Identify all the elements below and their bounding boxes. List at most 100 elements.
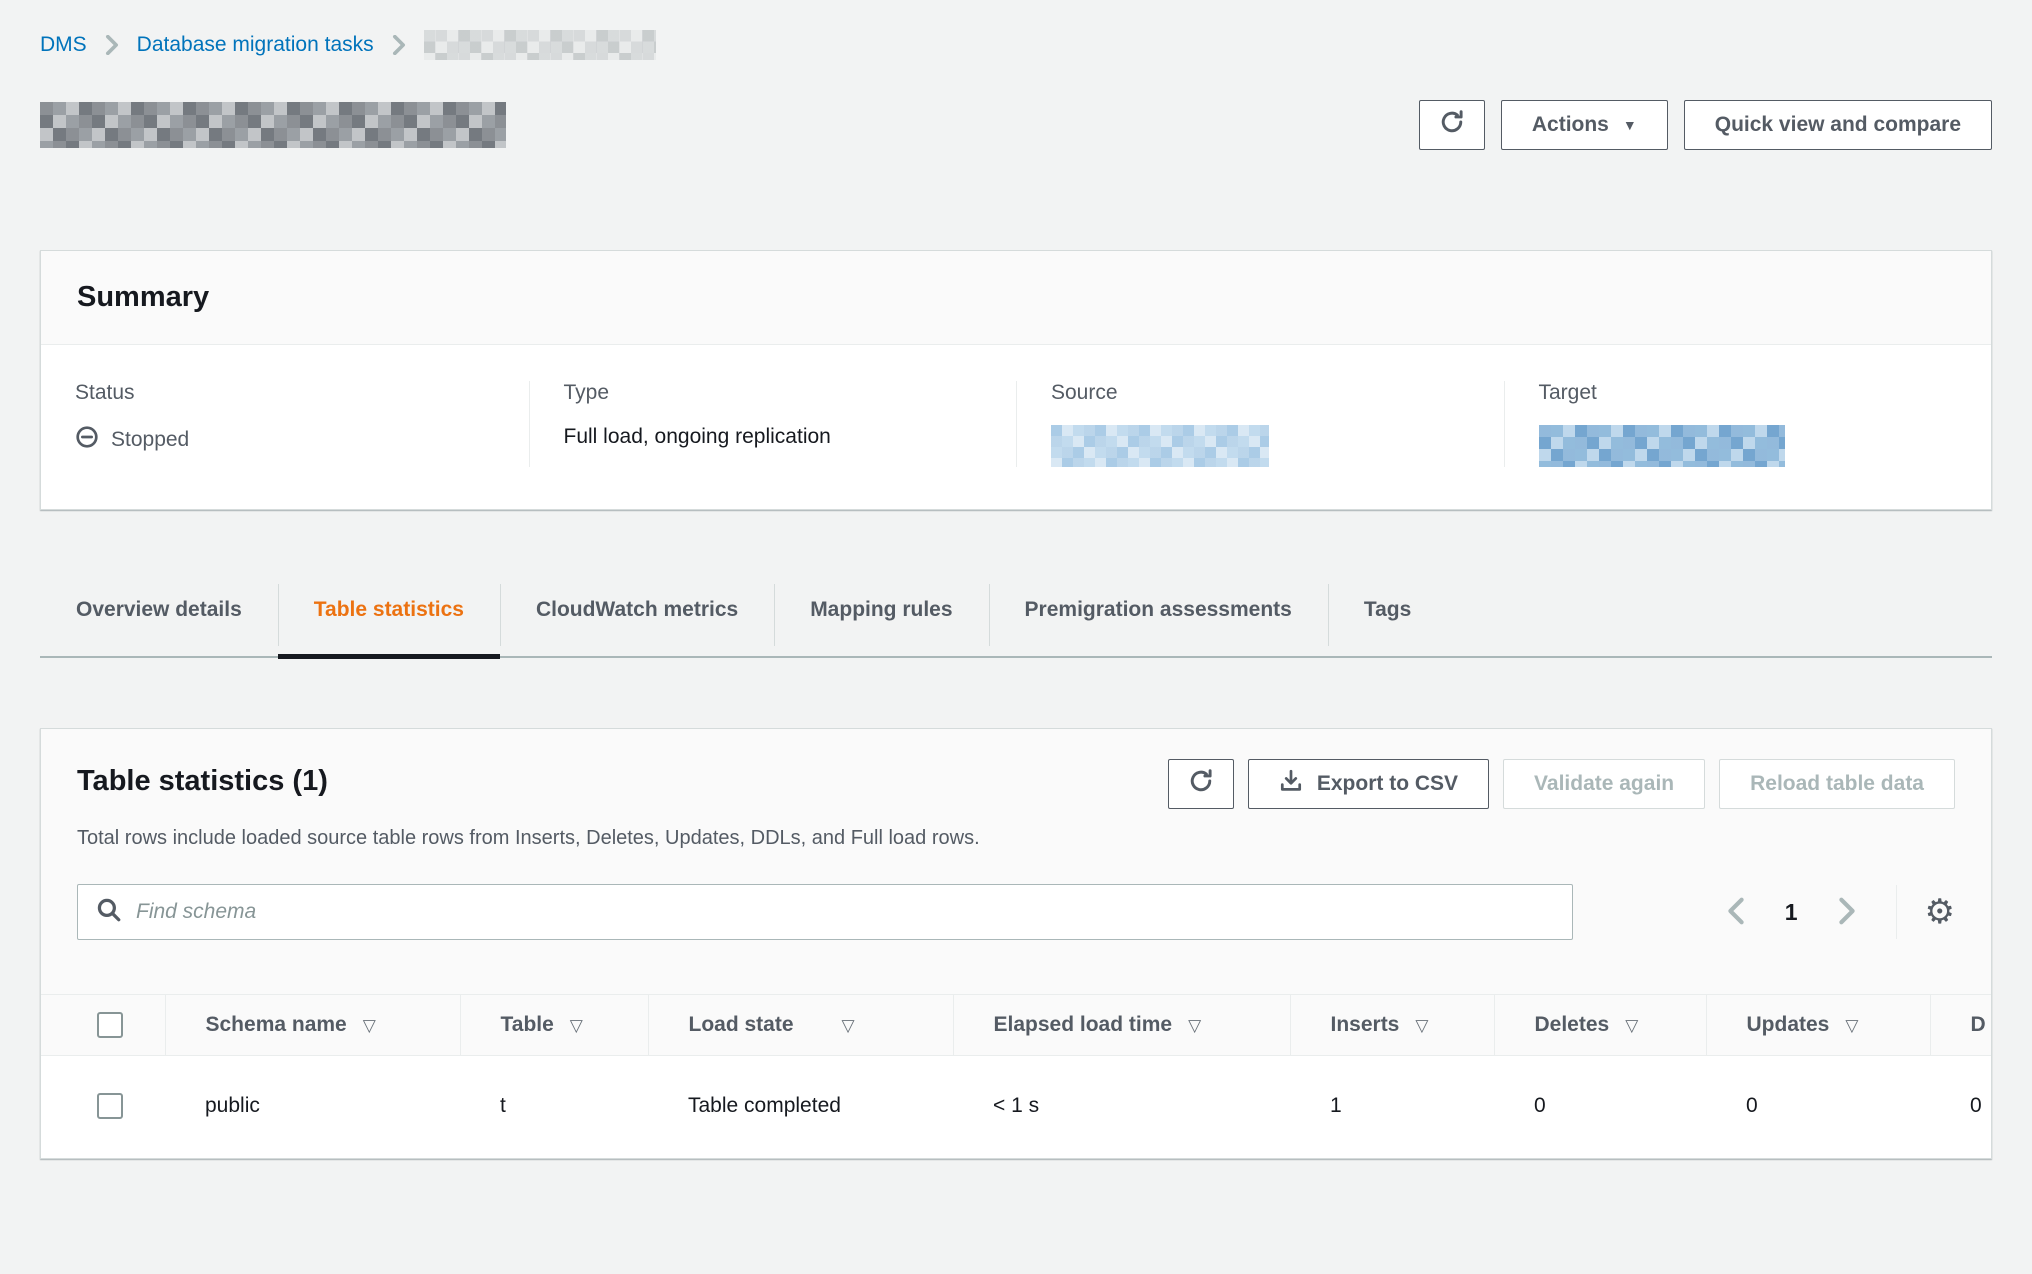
task-detail-tabs: Overview details Table statistics CloudW…: [40, 594, 1992, 658]
next-page-button[interactable]: [1830, 890, 1864, 935]
summary-title: Summary: [77, 281, 1955, 314]
column-header-ddls-clipped[interactable]: D: [1930, 995, 1991, 1056]
cell-updates: 0: [1706, 1056, 1930, 1159]
validate-again-label: Validate again: [1534, 772, 1674, 796]
column-header-updates[interactable]: Updates ▽: [1706, 995, 1930, 1056]
target-redaction-block: [1539, 425, 1785, 467]
tab-overview-details[interactable]: Overview details: [40, 594, 278, 656]
sort-icon[interactable]: ▽: [1625, 1016, 1638, 1035]
find-schema-input[interactable]: [136, 900, 1554, 924]
sort-icon[interactable]: ▽: [1415, 1016, 1428, 1035]
chevron-right-icon: [1836, 896, 1858, 929]
table-statistics-title: Table statistics (1): [77, 759, 328, 798]
column-header-deletes[interactable]: Deletes ▽: [1494, 995, 1706, 1056]
ddls-header-label: D: [1971, 1013, 1986, 1036]
summary-card-body: Status Stopped Type Full load, ongoing r…: [41, 345, 1991, 509]
sort-icon[interactable]: ▽: [842, 1016, 855, 1035]
type-value: Full load, ongoing replication: [564, 425, 983, 449]
table-statistics-table: Schema name ▽ Table ▽ Load state ▽ Elapsed …: [41, 994, 1991, 1158]
cell-inserts: 1: [1290, 1056, 1494, 1159]
dms-task-page: DMS Database migration tasks Actions ▼: [0, 0, 2032, 1159]
reload-table-data-button[interactable]: Reload table data: [1719, 759, 1955, 809]
column-header-elapsed-load-time[interactable]: Elapsed load time ▽: [953, 995, 1290, 1056]
cell-deletes: 0: [1494, 1056, 1706, 1159]
preferences-gear-icon[interactable]: ⚙: [1925, 895, 1955, 929]
reload-table-data-label: Reload table data: [1750, 772, 1924, 796]
actions-button[interactable]: Actions ▼: [1501, 100, 1668, 150]
page-header: Actions ▼ Quick view and compare: [40, 100, 1992, 150]
column-header-load-state[interactable]: Load state ▽: [648, 995, 953, 1056]
inserts-header-label: Inserts: [1331, 1013, 1400, 1036]
export-to-csv-label: Export to CSV: [1317, 772, 1458, 796]
sort-icon[interactable]: ▽: [363, 1016, 376, 1035]
tab-premigration-assessments[interactable]: Premigration assessments: [989, 594, 1328, 656]
quick-view-and-compare-button[interactable]: Quick view and compare: [1684, 100, 1992, 150]
refresh-icon: [1188, 768, 1214, 800]
table-statistics-card: Table statistics (1): [40, 728, 1992, 1159]
column-header-inserts[interactable]: Inserts ▽: [1290, 995, 1494, 1056]
quick-view-button-label: Quick view and compare: [1715, 113, 1961, 137]
schema-name-header-label: Schema name: [206, 1013, 347, 1036]
chevron-left-icon: [1725, 896, 1747, 929]
elapsed-load-time-header-label: Elapsed load time: [994, 1013, 1173, 1036]
search-icon: [96, 897, 122, 928]
table-statistics-description: Total rows include loaded source table r…: [77, 827, 1955, 850]
table-statistics-actions: Export to CSV Validate again Reload tabl…: [1168, 759, 1955, 809]
table-refresh-button[interactable]: [1168, 759, 1234, 809]
status-label: Status: [75, 381, 495, 405]
page-actions: Actions ▼ Quick view and compare: [1419, 100, 1992, 150]
sort-icon[interactable]: ▽: [1845, 1016, 1858, 1035]
summary-card: Summary Status Stopped Type Full load, o…: [40, 250, 1992, 510]
previous-page-button[interactable]: [1719, 890, 1753, 935]
summary-field-type: Type Full load, ongoing replication: [529, 381, 1017, 467]
tab-cloudwatch-metrics[interactable]: CloudWatch metrics: [500, 594, 774, 656]
export-to-csv-button[interactable]: Export to CSV: [1248, 759, 1489, 809]
pagination-controls: 1 ⚙: [1719, 885, 1955, 939]
download-icon: [1279, 769, 1303, 799]
source-redaction-block: [1051, 425, 1269, 467]
caret-down-icon: ▼: [1623, 118, 1637, 132]
table-statistics-header: Table statistics (1): [41, 729, 1991, 850]
table-toolbar: 1 ⚙: [77, 884, 1955, 940]
select-all-header: [41, 995, 165, 1056]
column-header-table[interactable]: Table ▽: [460, 995, 648, 1056]
controls-divider: [1896, 885, 1897, 939]
column-header-schema-name[interactable]: Schema name ▽: [165, 995, 460, 1056]
select-all-checkbox[interactable]: [97, 1012, 123, 1038]
table-header-row: Schema name ▽ Table ▽ Load state ▽ Elapsed …: [41, 995, 1991, 1056]
cell-table: t: [460, 1056, 648, 1159]
table-header-label: Table: [501, 1013, 554, 1036]
stopped-icon: [75, 425, 99, 455]
load-state-header-label: Load state: [689, 1013, 794, 1036]
breadcrumb-item-task-name-redacted: [424, 30, 656, 60]
status-value: Stopped: [75, 425, 495, 455]
row-checkbox[interactable]: [97, 1093, 123, 1119]
actions-button-label: Actions: [1532, 113, 1609, 137]
cell-load-state: Table completed: [648, 1056, 953, 1159]
row-select-cell: [41, 1056, 165, 1159]
sort-icon[interactable]: ▽: [1188, 1016, 1201, 1035]
cell-ddls-clipped: 0: [1930, 1056, 1991, 1159]
updates-header-label: Updates: [1747, 1013, 1830, 1036]
status-text: Stopped: [111, 428, 189, 452]
target-value-redacted: [1539, 425, 1958, 467]
refresh-button[interactable]: [1419, 100, 1485, 150]
sort-icon[interactable]: ▽: [570, 1016, 583, 1035]
validate-again-button[interactable]: Validate again: [1503, 759, 1705, 809]
source-value-redacted: [1051, 425, 1470, 467]
summary-field-status: Status Stopped: [41, 381, 529, 467]
deletes-header-label: Deletes: [1535, 1013, 1610, 1036]
chevron-right-icon: [392, 35, 406, 55]
tab-mapping-rules[interactable]: Mapping rules: [774, 594, 988, 656]
cell-elapsed-load-time: < 1 s: [953, 1056, 1290, 1159]
page-title-redacted: [40, 102, 506, 148]
summary-field-target: Target: [1504, 381, 1992, 467]
tab-tags[interactable]: Tags: [1328, 594, 1447, 656]
table-row: public t Table completed < 1 s 1 0 0 0: [41, 1056, 1991, 1159]
current-page-number[interactable]: 1: [1785, 899, 1798, 926]
type-label: Type: [564, 381, 983, 405]
breadcrumb-item-dms[interactable]: DMS: [40, 33, 87, 57]
breadcrumb-item-tasks[interactable]: Database migration tasks: [137, 33, 374, 57]
tab-table-statistics[interactable]: Table statistics: [278, 594, 500, 656]
summary-card-header: Summary: [41, 251, 1991, 345]
